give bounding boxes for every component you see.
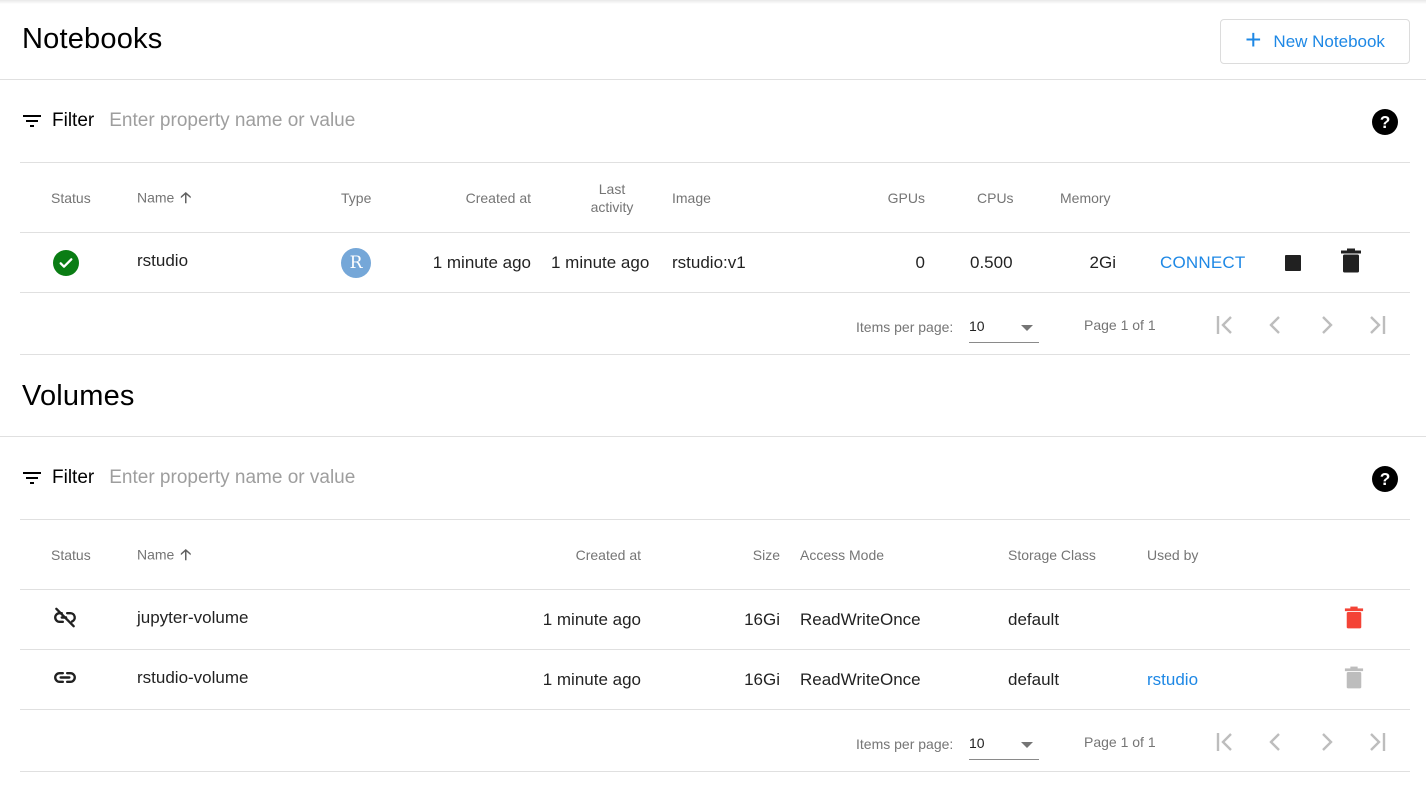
notebook-row: rstudio R 1 minute ago 1 minute ago rstu… — [20, 233, 1410, 293]
volumes-filter-input[interactable] — [109, 467, 710, 489]
items-per-page-label: Items per page: — [856, 319, 954, 335]
volume-name: jupyter-volume — [137, 608, 249, 627]
volume-created-at: 1 minute ago — [542, 669, 641, 689]
svg-text:?: ? — [1380, 112, 1391, 132]
notebook-memory: 2Gi — [1089, 252, 1116, 272]
col-gpus[interactable]: GPUs — [870, 188, 925, 206]
col-type[interactable]: Type — [341, 188, 371, 206]
previous-page-icon[interactable] — [1262, 311, 1290, 339]
col-status[interactable]: Status — [51, 188, 91, 206]
col-created-at[interactable]: Created at — [520, 545, 641, 563]
notebook-last-activity: 1 minute ago — [551, 252, 650, 272]
notebooks-table: Status Name 🡡 Type Created at Last activi… — [20, 163, 1410, 355]
dropdown-caret-icon — [1021, 742, 1033, 748]
sort-arrow-up-icon: 🡡 — [180, 188, 192, 206]
first-page-icon[interactable] — [1212, 728, 1240, 756]
next-page-icon[interactable] — [1312, 311, 1340, 339]
sort-arrow-up-icon: 🡡 — [180, 545, 192, 563]
trash-icon — [1341, 248, 1361, 272]
page-range-label: Page 1 of 1 — [1084, 317, 1156, 333]
notebooks-paginator: Items per page: 10 Page 1 of 1 — [20, 293, 1410, 355]
notebook-created-at: 1 minute ago — [432, 252, 531, 272]
notebooks-header: Notebooks + New Notebook — [0, 0, 1426, 80]
col-image[interactable]: Image — [672, 188, 711, 206]
volumes-filter-bar: Filter ? — [20, 437, 1410, 520]
type-cell: R — [341, 247, 371, 278]
volumes-table: Status Name 🡡 Created at Size Access Mode… — [20, 520, 1410, 772]
col-name[interactable]: Name 🡡 — [137, 545, 191, 565]
stop-icon[interactable] — [1285, 254, 1301, 271]
notebook-cpus: 0.500 — [970, 252, 1013, 272]
r-language-icon: R — [341, 247, 371, 278]
col-used-by[interactable]: Used by — [1147, 545, 1198, 563]
col-access-mode[interactable]: Access Mode — [800, 545, 884, 563]
notebook-gpus: 0 — [915, 252, 925, 272]
volumes-table-header: Status Name 🡡 Created at Size Access Mode… — [20, 520, 1410, 590]
help-icon[interactable]: ? — [1372, 466, 1398, 492]
first-page-icon[interactable] — [1212, 311, 1240, 339]
col-name[interactable]: Name 🡡 — [137, 188, 191, 208]
col-size[interactable]: Size — [730, 545, 780, 563]
trash-icon — [1344, 606, 1364, 628]
connect-button[interactable]: CONNECT — [1160, 253, 1245, 273]
volume-used-by-link[interactable]: rstudio — [1147, 670, 1198, 690]
items-per-page-select[interactable]: 10 — [969, 313, 1039, 343]
check-circle-icon — [53, 249, 79, 276]
link-icon — [52, 664, 78, 695]
delete-volume-button-disabled — [1344, 665, 1364, 694]
col-name-label: Name — [137, 545, 175, 562]
volume-created-at: 1 minute ago — [542, 609, 641, 629]
notebooks-filter-bar: Filter ? — [20, 80, 1410, 163]
col-memory[interactable]: Memory — [1060, 188, 1111, 206]
svg-text:?: ? — [1380, 469, 1391, 489]
new-notebook-button[interactable]: + New Notebook — [1220, 19, 1410, 64]
col-cpus[interactable]: CPUs — [977, 188, 1014, 206]
link-off-icon — [52, 604, 78, 635]
filter-label: Filter — [52, 467, 95, 488]
trash-icon — [1344, 666, 1364, 688]
volume-storage-class: default — [1008, 669, 1060, 689]
volume-size: 16Gi — [744, 669, 780, 689]
col-last-activity[interactable]: Last activity — [582, 179, 642, 215]
help-icon[interactable]: ? — [1372, 109, 1398, 135]
items-per-page-value: 10 — [969, 735, 985, 751]
volume-access-mode: ReadWriteOnce — [800, 669, 921, 689]
plus-icon: + — [1245, 24, 1262, 55]
volumes-header: Volumes — [0, 357, 1426, 437]
notebooks-filter-input[interactable] — [109, 110, 710, 132]
delete-volume-button[interactable] — [1344, 605, 1364, 634]
notebook-image: rstudio:v1 — [672, 252, 746, 272]
volumes-paginator: Items per page: 10 Page 1 of 1 — [20, 710, 1410, 772]
next-page-icon[interactable] — [1312, 728, 1340, 756]
volumes-title: Volumes — [22, 380, 135, 412]
volume-name: rstudio-volume — [137, 668, 249, 687]
new-notebook-label: New Notebook — [1273, 31, 1385, 51]
col-storage-class[interactable]: Storage Class — [1008, 545, 1096, 563]
items-per-page-value: 10 — [969, 318, 985, 334]
filter-icon — [23, 472, 41, 484]
col-created-at[interactable]: Created at — [440, 188, 531, 206]
items-per-page-label: Items per page: — [856, 736, 954, 752]
volume-size: 16Gi — [744, 609, 780, 629]
volume-row: rstudio-volume 1 minute ago 16Gi ReadWri… — [20, 650, 1410, 710]
volume-access-mode: ReadWriteOnce — [800, 609, 921, 629]
previous-page-icon[interactable] — [1262, 728, 1290, 756]
col-name-label: Name — [137, 188, 175, 205]
status-ready-icon — [53, 249, 79, 276]
notebook-name: rstudio — [137, 251, 189, 270]
last-page-icon[interactable] — [1362, 728, 1390, 756]
col-status[interactable]: Status — [51, 545, 91, 563]
last-page-icon[interactable] — [1362, 311, 1390, 339]
volume-storage-class: default — [1008, 609, 1060, 629]
notebooks-table-header: Status Name 🡡 Type Created at Last activi… — [20, 163, 1410, 233]
items-per-page-select[interactable]: 10 — [969, 730, 1039, 760]
dropdown-caret-icon — [1021, 325, 1033, 331]
filter-icon — [23, 115, 41, 127]
volume-row: jupyter-volume 1 minute ago 16Gi ReadWri… — [20, 590, 1410, 650]
page-range-label: Page 1 of 1 — [1084, 734, 1156, 750]
filter-label: Filter — [52, 110, 95, 131]
notebooks-title: Notebooks — [22, 23, 163, 55]
delete-notebook-button[interactable] — [1340, 248, 1362, 277]
